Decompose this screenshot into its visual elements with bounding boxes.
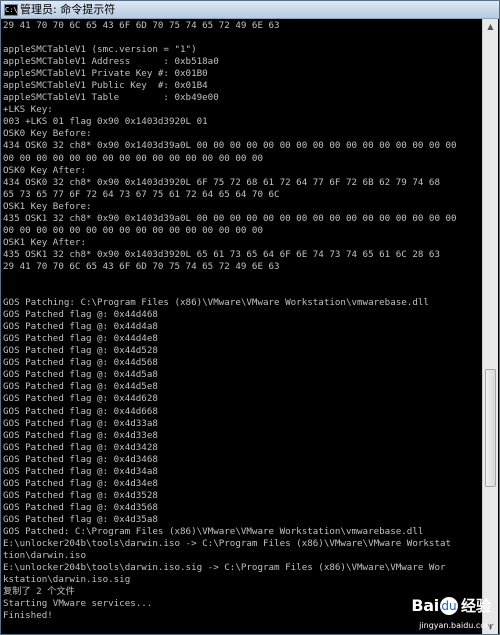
- console-line: GOS Patched flag @: 0x44d4e8: [3, 333, 158, 345]
- title-bar[interactable]: C:\ 管理员: 命令提示符: [1, 1, 499, 19]
- paw-icon: du: [439, 596, 458, 615]
- console-line: OSK1 Key After:: [3, 236, 86, 248]
- console-line: 00 00 00 00 00 00 00 00 00 00 00 00 00 0…: [3, 224, 263, 236]
- console-line: tion\darwin.iso: [3, 550, 86, 562]
- watermark-brand-left: Bai: [411, 596, 439, 615]
- window-title: 管理员: 命令提示符: [20, 3, 116, 16]
- console-line: +LKS Key:: [3, 104, 53, 116]
- console-icon: C:\: [4, 4, 18, 16]
- console-line: E:\unlocker204b\tools\darwin.iso -> C:\P…: [3, 538, 452, 550]
- console-line: Starting VMware services...: [3, 598, 153, 610]
- console-line: OSK0 Key Before:: [3, 128, 92, 140]
- console-line: 00 00 00 00 00 00 00 00 00 00 00 00 00 0…: [3, 152, 263, 164]
- console-line: GOS Patched flag @: 0x44d468: [3, 309, 158, 321]
- console-line: GOS Patched: C:\Program Files (x86)\VMwa…: [3, 525, 424, 537]
- console-line: GOS Patched flag @: 0x4d3528: [3, 489, 158, 501]
- console-line: GOS Patched flag @: 0x44d668: [3, 405, 158, 417]
- console-line: OSK1 Key Before:: [3, 200, 92, 212]
- watermark-brand-right: 经验: [460, 597, 491, 615]
- console-line: GOS Patching: C:\Program Files (x86)\VMw…: [3, 297, 429, 309]
- baidu-jingyan-watermark: Bai du 经验: [411, 595, 491, 616]
- console-line: 复制了 2 个文件: [3, 586, 75, 598]
- console-line: GOS Patched flag @: 0x4d35a8: [3, 513, 158, 525]
- console-line: GOS Patched flag @: 0x44d5a8: [3, 369, 158, 381]
- console-line: GOS Patched flag @: 0x44d628: [3, 393, 158, 405]
- console-line: GOS Patched flag @: 0x44d568: [3, 357, 158, 369]
- console-line: GOS Patched flag @: 0x4d3568: [3, 501, 158, 513]
- scrollbar-thumb[interactable]: [485, 369, 496, 487]
- console-line: 29 41 70 70 6C 65 43 6F 6D 70 75 74 65 7…: [3, 20, 280, 31]
- console-line: GOS Patched flag @: 0x4d34e8: [3, 477, 158, 489]
- scroll-up-icon[interactable]: ▲: [485, 21, 496, 32]
- console-line: appleSMCTableV1 Private Key #: 0x01B0: [3, 68, 208, 80]
- console-line: GOS Patched flag @: 0x4d3468: [3, 453, 158, 465]
- console-line: GOS Patched flag @: 0x4d33a8: [3, 417, 158, 429]
- console-line: 65 73 65 77 6F 72 64 73 67 75 61 72 64 6…: [3, 188, 280, 200]
- console-line: E:\unlocker204b\tools\darwin.iso.sig -> …: [3, 562, 446, 574]
- console-line: 003 +LKS 01 flag 0x90 0x1403d3920L 01: [3, 116, 208, 128]
- console-line: 434 OSK0 32 ch8* 0x90 0x1403d39a0L 00 00…: [3, 140, 457, 152]
- console-line: OSK0 Key After:: [3, 164, 86, 176]
- console-line: GOS Patched flag @: 0x44d528: [3, 345, 158, 357]
- command-prompt-window: C:\ 管理员: 命令提示符 29 41 70 70 6C 65 43 6F 6…: [0, 0, 500, 635]
- console-line: appleSMCTableV1 Table : 0xb49e00: [3, 92, 219, 104]
- console-line: GOS Patched flag @: 0x44d5e8: [3, 381, 158, 393]
- console-line: appleSMCTableV1 Public Key #: 0x01B4: [3, 80, 208, 92]
- vertical-scrollbar[interactable]: ▲ ▼: [482, 19, 498, 634]
- console-line: appleSMCTableV1 Address : 0xb518a0: [3, 56, 219, 68]
- console-line: GOS Patched flag @: 0x4d34a8: [3, 465, 158, 477]
- console-line: kstation\darwin.iso.sig: [3, 574, 131, 586]
- console-line: GOS Patched flag @: 0x4d33e8: [3, 429, 158, 441]
- console-line: appleSMCTableV1 (smc.version = "1"): [3, 44, 197, 56]
- console-line: 435 OSK1 32 ch8* 0x90 0x1403d3920L 65 61…: [3, 248, 440, 260]
- console-line: GOS Patched flag @: 0x4d3428: [3, 441, 158, 453]
- watermark-url: jingyan.baidu.com: [419, 621, 493, 630]
- console-output[interactable]: 29 41 70 70 6C 65 43 6F 6D 70 75 74 65 7…: [3, 20, 481, 634]
- console-line: 435 OSK1 32 ch8* 0x90 0x1403d39a0L 00 00…: [3, 212, 457, 224]
- console-line: GOS Patched flag @: 0x44d4a8: [3, 321, 158, 333]
- console-line: 434 OSK0 32 ch8* 0x90 0x1403d3920L 6F 75…: [3, 176, 440, 188]
- console-line: Finished!: [3, 610, 53, 622]
- console-line: 29 41 70 70 6C 65 43 6F 6D 70 75 74 65 7…: [3, 260, 280, 272]
